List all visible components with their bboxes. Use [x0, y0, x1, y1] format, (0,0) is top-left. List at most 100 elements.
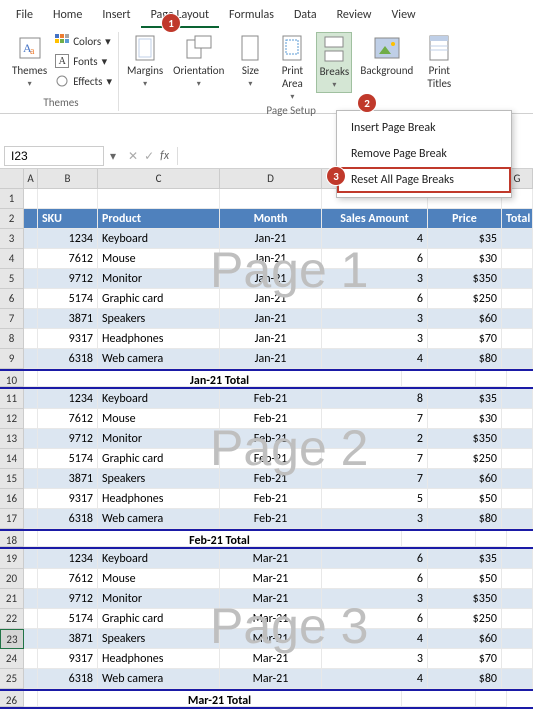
cell[interactable]: Feb-21 Total	[38, 531, 402, 547]
cell[interactable]	[24, 649, 38, 669]
cell[interactable]: Speakers	[98, 629, 220, 649]
enter-icon[interactable]: ✓	[144, 149, 154, 164]
cell[interactable]: Keyboard	[98, 229, 220, 249]
cell[interactable]: Month	[220, 209, 322, 229]
cell[interactable]	[402, 371, 476, 387]
cell[interactable]	[502, 569, 533, 589]
cell[interactable]: 6318	[38, 349, 98, 369]
cell[interactable]: 9317	[38, 649, 98, 669]
cell[interactable]: 5	[322, 489, 428, 509]
cell[interactable]: Mar-21	[220, 669, 322, 689]
cell[interactable]	[502, 669, 533, 689]
row-header[interactable]: 24	[0, 649, 24, 669]
cell[interactable]	[24, 269, 38, 289]
cell[interactable]: 7612	[38, 249, 98, 269]
cell[interactable]: 6318	[38, 509, 98, 529]
cell[interactable]: 3871	[38, 629, 98, 649]
cell[interactable]	[38, 189, 98, 209]
cell[interactable]	[24, 609, 38, 629]
cell[interactable]: Jan-21	[220, 269, 322, 289]
cell[interactable]: Feb-21	[220, 429, 322, 449]
tab-review[interactable]: Review	[327, 4, 382, 28]
cell[interactable]: Monitor	[98, 589, 220, 609]
cell[interactable]: $80	[428, 509, 502, 529]
cell[interactable]: 6	[322, 289, 428, 309]
tab-insert[interactable]: Insert	[92, 4, 140, 28]
col-header[interactable]: B	[38, 169, 98, 188]
cell[interactable]	[24, 531, 38, 547]
cell[interactable]: 6	[322, 609, 428, 629]
cell[interactable]	[24, 309, 38, 329]
cell[interactable]: Mar-21	[220, 569, 322, 589]
cell[interactable]: 4	[322, 629, 428, 649]
cell[interactable]	[24, 389, 38, 409]
cell[interactable]: Jan-21	[220, 309, 322, 329]
cell[interactable]	[502, 489, 533, 509]
effects-button[interactable]: Effects▾	[55, 72, 112, 90]
cell[interactable]	[502, 449, 533, 469]
cell[interactable]: Sales Amount	[322, 209, 428, 229]
cell[interactable]: 6	[322, 549, 428, 569]
row-header[interactable]: 5	[0, 269, 24, 289]
cell[interactable]: Feb-21	[220, 509, 322, 529]
cell[interactable]: 1234	[38, 549, 98, 569]
name-box[interactable]	[4, 146, 104, 166]
cell[interactable]: 3	[322, 269, 428, 289]
cell[interactable]	[502, 229, 533, 249]
cell[interactable]: $350	[428, 429, 502, 449]
cell[interactable]	[24, 569, 38, 589]
cell[interactable]: 5174	[38, 289, 98, 309]
cell[interactable]: $35	[428, 229, 502, 249]
cell[interactable]	[502, 409, 533, 429]
cell[interactable]: Speakers	[98, 469, 220, 489]
size-button[interactable]: Size▾	[232, 32, 268, 91]
cell[interactable]: $250	[428, 289, 502, 309]
cell[interactable]: Headphones	[98, 649, 220, 669]
cell[interactable]	[502, 349, 533, 369]
cell[interactable]: 1234	[38, 389, 98, 409]
cell[interactable]: $60	[428, 469, 502, 489]
cell[interactable]	[502, 429, 533, 449]
row-header[interactable]: 23	[0, 629, 24, 649]
cell[interactable]: Mouse	[98, 569, 220, 589]
cancel-icon[interactable]: ✕	[128, 149, 138, 164]
cell[interactable]: 6318	[38, 669, 98, 689]
cell[interactable]	[24, 509, 38, 529]
cell[interactable]	[476, 371, 507, 387]
themes-button[interactable]: Aa Themes▾	[10, 32, 49, 91]
cell[interactable]: $35	[428, 549, 502, 569]
row-header[interactable]: 12	[0, 409, 24, 429]
tab-formulas[interactable]: Formulas	[219, 4, 284, 28]
cell[interactable]: Jan-21	[220, 329, 322, 349]
cell[interactable]: 7	[322, 409, 428, 429]
cell[interactable]	[24, 549, 38, 569]
cell[interactable]: Mar-21	[220, 549, 322, 569]
tab-view[interactable]: View	[382, 4, 426, 28]
cell[interactable]	[24, 189, 38, 209]
row-header[interactable]: 14	[0, 449, 24, 469]
cell[interactable]	[502, 269, 533, 289]
row-header[interactable]: 10	[0, 371, 24, 387]
insert-page-break[interactable]: Insert Page Break	[337, 115, 511, 141]
cell[interactable]	[502, 549, 533, 569]
row-header[interactable]: 2	[0, 209, 24, 229]
col-header[interactable]: A	[24, 169, 38, 188]
row-header[interactable]: 21	[0, 589, 24, 609]
cell[interactable]: 7612	[38, 409, 98, 429]
cell[interactable]	[98, 189, 220, 209]
cell[interactable]: Graphic card	[98, 289, 220, 309]
row-header[interactable]: 8	[0, 329, 24, 349]
tab-file[interactable]: File	[6, 4, 43, 28]
cell[interactable]	[24, 329, 38, 349]
cell[interactable]: $50	[428, 569, 502, 589]
cell[interactable]: 4	[322, 349, 428, 369]
cell[interactable]: 9712	[38, 589, 98, 609]
tab-data[interactable]: Data	[284, 4, 327, 28]
background-button[interactable]: Background	[358, 32, 415, 79]
cell[interactable]: 3871	[38, 309, 98, 329]
cell[interactable]: 2	[322, 429, 428, 449]
colors-button[interactable]: Colors▾	[55, 32, 112, 50]
cell[interactable]: Web camera	[98, 669, 220, 689]
cell[interactable]	[502, 509, 533, 529]
cell[interactable]: $35	[428, 389, 502, 409]
